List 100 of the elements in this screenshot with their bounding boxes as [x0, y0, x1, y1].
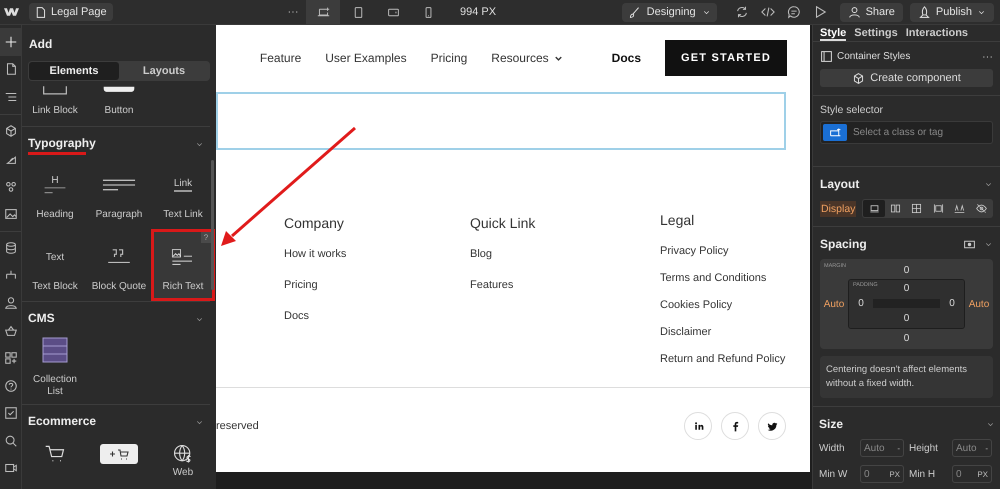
- nav-link[interactable]: User Examples: [325, 51, 407, 65]
- block-display-button[interactable]: [863, 200, 885, 217]
- mode-dropdown[interactable]: Designing: [622, 2, 717, 22]
- code-icon[interactable]: [760, 5, 775, 19]
- desktop-icon: [316, 6, 330, 18]
- field-label: Min H: [909, 468, 936, 480]
- info-note: Centering doesn't affect elements without a fixed width.: [820, 356, 993, 398]
- linkedin-button[interactable]: [684, 412, 712, 440]
- person-icon: [848, 6, 861, 18]
- footer-link[interactable]: Disclaimer: [660, 325, 810, 339]
- spacing-value[interactable]: 0: [858, 298, 864, 308]
- more-button[interactable]: ···: [982, 50, 993, 62]
- get-started-button[interactable]: GET STARTED: [665, 40, 787, 76]
- size-field[interactable]: Auto -: [860, 439, 904, 457]
- footer-link[interactable]: Blog: [470, 247, 660, 261]
- spacing-value[interactable]: 0: [904, 282, 910, 294]
- tab[interactable]: Interactions: [906, 25, 968, 41]
- nav-link[interactable]: Docs: [612, 51, 641, 65]
- panel-title: Add: [28, 36, 54, 53]
- grid-display-icon: [911, 203, 922, 214]
- size-input[interactable]: Auto: [864, 442, 886, 454]
- publish-button[interactable]: Publish: [910, 2, 994, 22]
- section-title[interactable]: Typography: [28, 136, 96, 152]
- more-button[interactable]: ···: [280, 6, 306, 18]
- none-display-icon: [976, 203, 987, 214]
- unit-label: PX: [889, 470, 900, 478]
- page-button[interactable]: Legal Page: [29, 3, 113, 21]
- field-label: Style selector: [820, 104, 884, 116]
- canvas-width: 994 PX: [460, 6, 496, 18]
- footer-link[interactable]: Return and Refund Policy: [660, 352, 810, 366]
- tab[interactable]: Layouts: [119, 62, 209, 80]
- page-icon: [34, 6, 47, 18]
- cube-icon: [4, 124, 18, 138]
- bird-button[interactable]: [758, 412, 786, 440]
- spacing-value[interactable]: Auto: [824, 298, 844, 310]
- footer-link[interactable]: Docs: [284, 309, 470, 323]
- spacing-value[interactable]: 0: [904, 332, 910, 344]
- section-title: Layout: [820, 177, 860, 191]
- footer-heading: Legal: [660, 212, 696, 228]
- tab[interactable]: Elements: [29, 62, 119, 80]
- footer-link[interactable]: Features: [470, 278, 660, 292]
- copyright-text: reserved: [216, 420, 259, 432]
- size-field[interactable]: 0 PX: [952, 465, 992, 483]
- logo-icon[interactable]: [4, 7, 19, 17]
- selector-icon: [828, 126, 842, 139]
- text-icon: Text: [46, 252, 64, 262]
- tab[interactable]: Settings: [854, 25, 898, 41]
- element-label: Text Block: [32, 281, 78, 293]
- facebook-button[interactable]: [721, 412, 749, 440]
- spacing-value[interactable]: 0: [904, 312, 910, 324]
- create-component-button[interactable]: Create component: [820, 69, 993, 87]
- section-title: Size: [819, 417, 844, 431]
- drops-icon: [4, 179, 18, 194]
- share-button[interactable]: Share: [840, 2, 903, 22]
- brush-icon: [628, 6, 641, 18]
- footer-link[interactable]: Cookies Policy: [660, 298, 810, 312]
- toolbar-button[interactable]: [0, 28, 21, 56]
- footer-link[interactable]: Privacy Policy: [660, 244, 810, 258]
- help-badge[interactable]: ?: [201, 232, 211, 243]
- container-icon: [820, 50, 833, 63]
- field-label: Min W: [819, 468, 848, 480]
- spacing-value[interactable]: 0: [949, 298, 955, 308]
- tab[interactable]: Style: [820, 25, 846, 41]
- user-icon: [4, 296, 18, 310]
- rocket-icon: [918, 6, 931, 18]
- apps-icon: [4, 351, 18, 366]
- footer-link[interactable]: Terms and Conditions: [660, 271, 810, 285]
- field-label: Height: [909, 442, 939, 454]
- class-input[interactable]: Select a class or tag: [851, 126, 990, 139]
- size-field[interactable]: Auto -: [952, 439, 992, 457]
- icon-letter: H: [51, 174, 59, 186]
- section-title[interactable]: Ecommerce: [28, 414, 96, 430]
- unit-label: -: [985, 444, 988, 452]
- tasks-icon: [4, 406, 18, 420]
- size-field[interactable]: 0 PX: [860, 465, 904, 483]
- sync-icon[interactable]: [734, 5, 749, 19]
- nav-dropdown[interactable]: Resources: [491, 51, 564, 65]
- nav-link[interactable]: Feature: [260, 51, 302, 65]
- comment-icon[interactable]: [786, 5, 801, 19]
- footer-heading: Company: [284, 215, 345, 231]
- element-label: Collection List: [32, 374, 78, 398]
- size-input[interactable]: 0: [864, 468, 886, 480]
- section-title[interactable]: CMS: [28, 310, 55, 328]
- element-label: Rich Text: [162, 281, 204, 293]
- spacing-value[interactable]: Auto: [968, 298, 990, 310]
- style-selector-field[interactable]: Select a class or tag: [820, 121, 993, 144]
- cube-icon: [852, 72, 866, 84]
- highlighted-element-tile[interactable]: Rich Text ?: [151, 229, 215, 301]
- footer-link[interactable]: Pricing: [284, 278, 470, 292]
- spacing-value[interactable]: 0: [904, 264, 910, 276]
- breakpoint-button[interactable]: [306, 0, 340, 24]
- size-input[interactable]: 0: [956, 468, 978, 480]
- collection-list-icon: [42, 337, 68, 363]
- inline-block-display-icon: [932, 203, 944, 214]
- element-label: Heading: [36, 209, 74, 221]
- footer-link[interactable]: How it works: [284, 247, 470, 261]
- scrollbar[interactable]: [211, 160, 214, 290]
- nav-link[interactable]: Pricing: [430, 51, 468, 65]
- underline-mark: [28, 152, 86, 155]
- size-input[interactable]: Auto: [956, 442, 978, 454]
